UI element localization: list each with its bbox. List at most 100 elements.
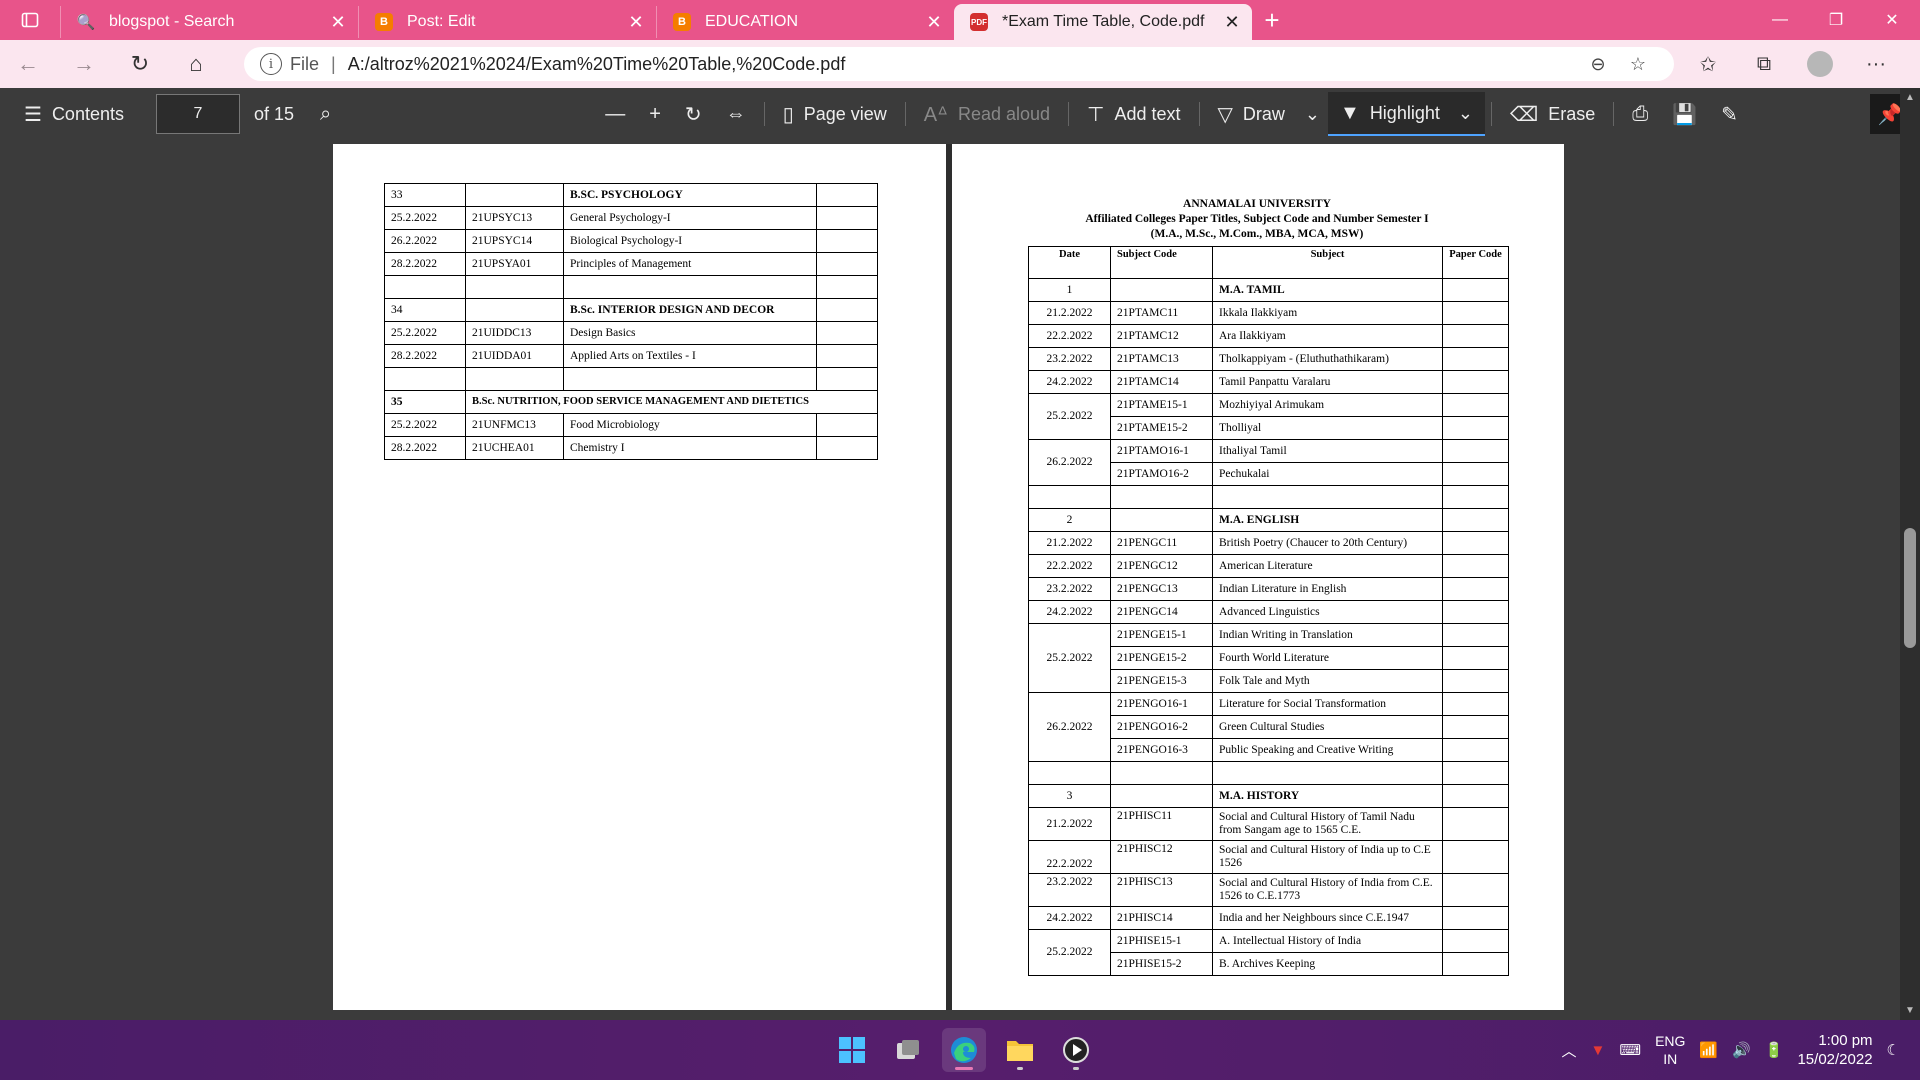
page-view-button[interactable]: ▯ Page view <box>771 88 899 140</box>
close-icon[interactable]: ✕ <box>1222 12 1242 33</box>
mcafee-icon[interactable]: ▼ <box>1591 1042 1606 1059</box>
subject-cell: B. Archives Keeping <box>1212 952 1443 976</box>
home-button[interactable]: ⌂ <box>168 40 224 88</box>
battery-icon[interactable]: 🔋 <box>1765 1041 1784 1059</box>
save-as-icon: ✎ <box>1721 103 1738 126</box>
add-favorite-icon[interactable]: ☆ <box>1618 54 1658 75</box>
collections-icon[interactable]: ⧉ <box>1736 53 1792 76</box>
clock[interactable]: 1:00 pm 15/02/2022 <box>1797 1031 1872 1070</box>
draw-button[interactable]: ▽ Draw <box>1206 88 1297 140</box>
erase-button[interactable]: ⌫ Erase <box>1498 88 1607 140</box>
subject-cell: British Poetry (Chaucer to 20th Century) <box>1212 531 1443 555</box>
favorites-icon[interactable]: ✩ <box>1680 52 1736 77</box>
wifi-icon[interactable]: 📶 <box>1699 1041 1718 1059</box>
date-cell: 25.2.2022 <box>1028 929 1111 976</box>
tab-actions-button[interactable] <box>0 0 60 40</box>
start-button[interactable] <box>830 1028 874 1072</box>
code-cell: 21PENGE15-1 <box>1110 623 1213 647</box>
rotate-button[interactable]: ↻ <box>673 88 714 140</box>
tab-post-edit[interactable]: B Post: Edit ✕ <box>358 6 656 38</box>
save-button[interactable]: 💾 <box>1660 88 1709 140</box>
url-text[interactable]: A:/altroz%2021%2024/Exam%20Time%20Table,… <box>348 54 1578 75</box>
subject-cell: Tamil Panpattu Varalaru <box>1212 370 1443 394</box>
keyboard-icon[interactable]: ⌨ <box>1619 1041 1641 1059</box>
plus-icon: + <box>649 102 661 125</box>
add-text-button[interactable]: ⊤ Add text <box>1075 88 1192 140</box>
media-player-app[interactable] <box>1054 1028 1098 1072</box>
section-number: 1 <box>1028 278 1111 302</box>
tab-exam-pdf[interactable]: PDF *Exam Time Table, Code.pdf ✕ <box>954 4 1252 40</box>
close-icon[interactable]: ✕ <box>328 12 348 33</box>
eraser-icon: ⌫ <box>1509 103 1539 126</box>
contents-label: Contents <box>51 103 124 124</box>
tab-education[interactable]: B EDUCATION ✕ <box>656 6 954 38</box>
section-title: B.Sc. INTERIOR DESIGN AND DECOR <box>563 298 817 322</box>
zoom-icon[interactable]: ⊖ <box>1578 54 1618 75</box>
edge-app[interactable] <box>942 1028 986 1072</box>
profile-avatar[interactable] <box>1807 51 1833 77</box>
fit-page-button[interactable]: ⇔ <box>714 88 758 140</box>
pdf-viewer[interactable]: 33 B.SC. PSYCHOLOGY 25.2.2022 21UPSYC13 Ge… <box>0 140 1920 1020</box>
code-cell: 21UPSYA01 <box>465 252 564 276</box>
more-menu-icon[interactable]: ··· <box>1848 53 1904 76</box>
subject-cell: Pechukalai <box>1212 462 1443 486</box>
scrollbar-thumb[interactable] <box>1904 528 1916 648</box>
forward-button[interactable]: → <box>56 40 112 88</box>
vertical-scrollbar[interactable]: ▲ ▼ <box>1900 88 1920 1020</box>
notifications-icon[interactable]: ☾ <box>1887 1041 1900 1059</box>
draw-options-button[interactable]: ⌄ <box>1297 88 1328 140</box>
info-icon[interactable]: i <box>260 53 282 75</box>
code-cell: 21PTAMC11 <box>1110 301 1213 325</box>
input-language[interactable]: ENG IN <box>1655 1032 1685 1068</box>
task-view-button[interactable] <box>886 1028 930 1072</box>
close-icon[interactable]: ✕ <box>626 12 646 33</box>
find-button[interactable]: ⌕ <box>308 88 343 140</box>
date-cell: 24.2.2022 <box>1028 370 1111 394</box>
print-button[interactable]: ⎙ <box>1620 88 1660 140</box>
chevron-up-icon[interactable]: ︿ <box>1562 1040 1577 1061</box>
chevron-down-icon[interactable]: ⌄ <box>1458 103 1473 124</box>
subject-cell: Tholkappiyam - (Eluthuthathikaram) <box>1212 347 1443 371</box>
read-aloud-button[interactable]: Aᐞ Read aloud <box>912 88 1062 140</box>
fit-width-icon: ⇔ <box>725 102 746 125</box>
back-button[interactable]: ← <box>0 40 56 88</box>
section-number: 33 <box>384 183 466 207</box>
timetable-right: Date Subject Code Subject Paper Code 1 M.… <box>1028 246 1509 976</box>
windows-start-icon <box>839 1037 865 1063</box>
scroll-up-arrow[interactable]: ▲ <box>1904 92 1916 103</box>
rotate-icon: ↻ <box>684 103 702 126</box>
code-cell: 21PTAMC14 <box>1110 370 1213 394</box>
scroll-down-arrow[interactable]: ▼ <box>1904 1005 1916 1016</box>
date-cell: 28.2.2022 <box>384 344 466 368</box>
new-tab-button[interactable]: + <box>1252 5 1292 36</box>
close-icon[interactable]: ✕ <box>924 12 944 33</box>
code-cell: 21PTAMC12 <box>1110 324 1213 348</box>
highlight-button[interactable]: ▼ Highlight ⌄ <box>1328 92 1485 136</box>
minimize-icon[interactable]: — <box>1752 0 1808 40</box>
zoom-in-button[interactable]: + <box>637 88 673 140</box>
file-explorer-app[interactable] <box>998 1028 1042 1072</box>
play-icon <box>1063 1037 1089 1063</box>
table-row: 21.2.2022 21PTAMC11 Ikkala Ilakkiyam <box>1028 301 1509 325</box>
taskbar-apps <box>830 1020 1098 1080</box>
code-cell: 21PENGC11 <box>1110 531 1213 555</box>
volume-icon[interactable]: 🔊 <box>1732 1041 1751 1059</box>
active-indicator <box>955 1067 973 1070</box>
url-field[interactable]: i File | A:/altroz%2021%2024/Exam%20Time… <box>244 47 1674 81</box>
document-heading: ANNAMALAI UNIVERSITY Affiliated Colleges… <box>1012 197 1502 242</box>
page-number-input[interactable] <box>155 94 240 134</box>
contents-button[interactable]: ☰ Contents <box>0 88 136 140</box>
table-row: 23.2.2022 21PHISC13 Social and Cultural Hi… <box>1028 873 1509 907</box>
save-as-button[interactable]: ✎ <box>1709 88 1750 140</box>
table-row: 24.2.2022 21PENGC14 Advanced Linguistics <box>1028 600 1509 624</box>
text-box-icon: ⊤ <box>1087 103 1105 126</box>
close-window-icon[interactable]: ✕ <box>1864 0 1920 40</box>
restore-icon[interactable]: ❐ <box>1808 0 1864 40</box>
refresh-button[interactable]: ↻ <box>112 40 168 88</box>
tab-blogspot-search[interactable]: 🔍 blogspot - Search ✕ <box>60 6 358 38</box>
folder-icon <box>1007 1041 1033 1061</box>
subject-cell: Green Cultural Studies <box>1212 715 1443 739</box>
code-cell: 21PENGO16-3 <box>1110 738 1213 762</box>
date-cell: 25.2.2022 <box>384 206 466 230</box>
zoom-out-button[interactable]: — <box>593 88 637 140</box>
